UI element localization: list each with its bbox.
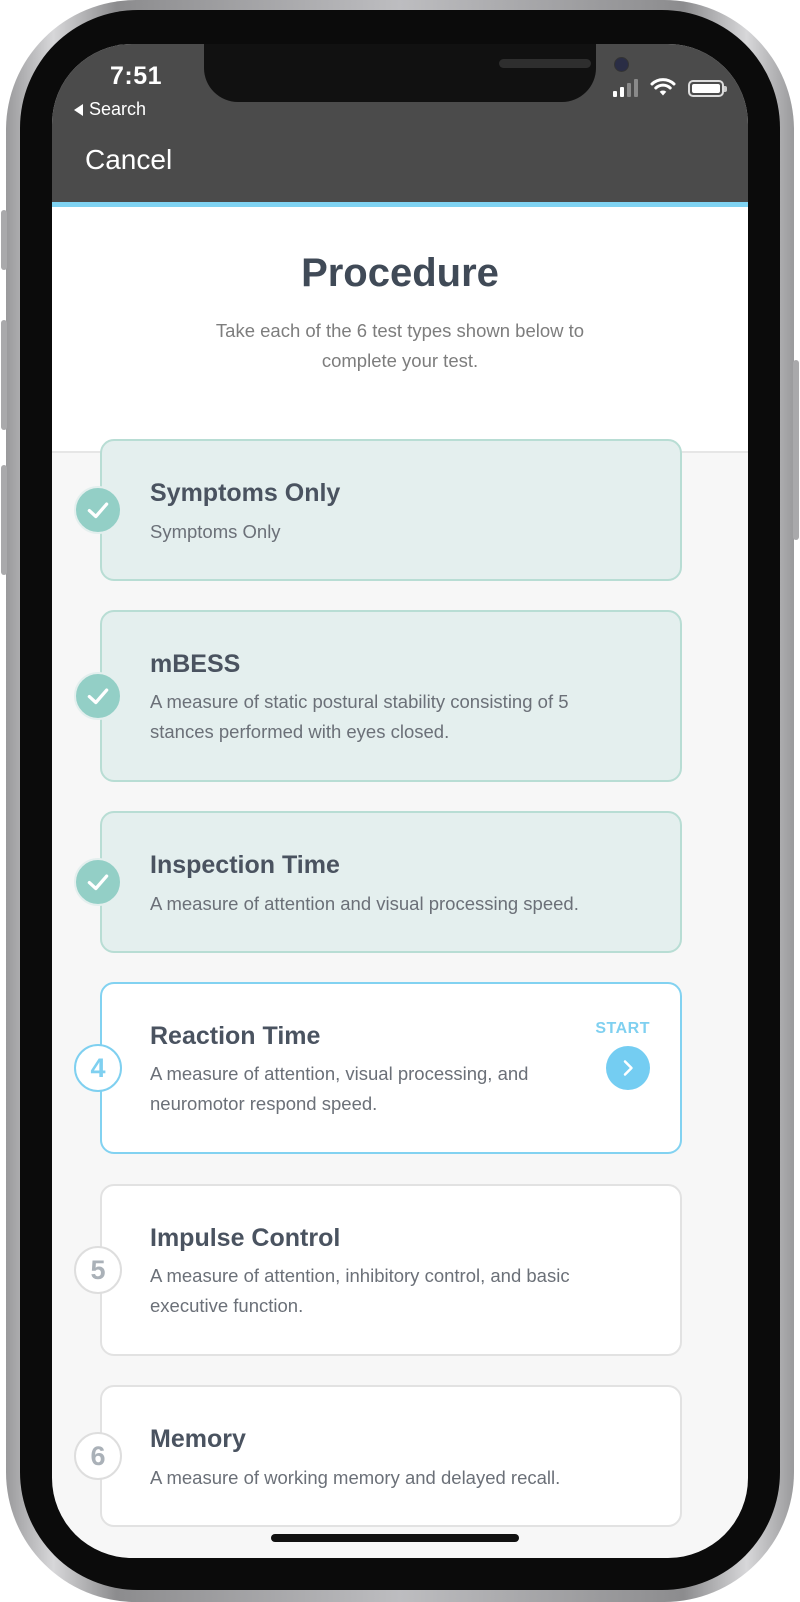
step-card bbox=[100, 439, 682, 581]
step-description: A measure of working memory and delayed … bbox=[150, 1467, 561, 1488]
procedure-header: Procedure Take each of the 6 test types … bbox=[52, 207, 748, 453]
step-description: A measure of attention, inhibitory contr… bbox=[150, 1265, 570, 1316]
step-complete-badge bbox=[74, 672, 122, 720]
page-subtitle: Take each of the 6 test types shown belo… bbox=[215, 320, 585, 371]
step-title: Reaction Time bbox=[150, 1022, 321, 1050]
step-symptoms-only[interactable]: Symptoms Only Symptoms Only bbox=[74, 439, 682, 581]
step-title: Impulse Control bbox=[150, 1224, 341, 1252]
power-button bbox=[793, 360, 799, 540]
step-complete-badge bbox=[74, 486, 122, 534]
step-card bbox=[100, 811, 682, 953]
checkmark-icon bbox=[87, 688, 109, 705]
step-description: A measure of attention and visual proces… bbox=[150, 893, 579, 914]
home-indicator[interactable] bbox=[271, 1534, 519, 1542]
step-title: Symptoms Only bbox=[150, 479, 341, 507]
step-number-badge: 4 bbox=[74, 1044, 122, 1092]
back-to-app-link[interactable]: Search bbox=[74, 99, 146, 120]
step-title: Inspection Time bbox=[150, 851, 340, 879]
back-app-label: Search bbox=[89, 99, 147, 119]
notch bbox=[204, 44, 629, 102]
front-camera bbox=[614, 57, 629, 72]
step-inspection-time[interactable]: Inspection Time A measure of attention a… bbox=[74, 811, 682, 953]
status-time: 7:51 bbox=[110, 62, 163, 90]
chevron-right-icon bbox=[623, 1060, 633, 1076]
status-icons bbox=[613, 78, 727, 97]
step-complete-badge bbox=[74, 858, 122, 906]
speaker-grille bbox=[499, 59, 591, 68]
step-description: A measure of attention, visual processin… bbox=[150, 1063, 529, 1114]
volume-up-button bbox=[1, 320, 7, 430]
step-number-badge: 6 bbox=[74, 1432, 122, 1480]
step-description: A measure of static postural stability c… bbox=[150, 691, 569, 742]
step-description: Symptoms Only bbox=[150, 521, 281, 542]
app-screen: 7:51 Search Cancel Procedure Take each o… bbox=[52, 44, 748, 1558]
mute-switch bbox=[1, 210, 7, 270]
wifi-icon bbox=[650, 78, 676, 96]
cellular-signal-icon bbox=[613, 79, 638, 97]
step-impulse-control[interactable]: 5 Impulse Control A measure of attention… bbox=[74, 1184, 682, 1356]
step-memory[interactable]: 6 Memory A measure of working memory and… bbox=[74, 1385, 682, 1527]
step-title: Memory bbox=[150, 1425, 246, 1453]
start-label: START bbox=[595, 1020, 650, 1037]
checkmark-icon bbox=[87, 502, 109, 519]
cancel-button[interactable]: Cancel bbox=[85, 144, 172, 176]
step-mbess[interactable]: mBESS A measure of static postural stabi… bbox=[74, 610, 682, 782]
volume-down-button bbox=[1, 465, 7, 575]
navigation-bar: 7:51 Search Cancel bbox=[52, 44, 748, 202]
step-title: mBESS bbox=[150, 650, 241, 678]
step-reaction-time[interactable]: 4 Reaction Time A measure of attention, … bbox=[74, 982, 682, 1154]
battery-icon bbox=[688, 80, 727, 97]
page-title: Procedure bbox=[301, 251, 499, 295]
start-button[interactable] bbox=[606, 1046, 650, 1090]
step-card bbox=[100, 1385, 682, 1527]
step-number-badge: 5 bbox=[74, 1246, 122, 1294]
back-arrow-icon bbox=[74, 103, 83, 116]
checkmark-icon bbox=[87, 874, 109, 891]
